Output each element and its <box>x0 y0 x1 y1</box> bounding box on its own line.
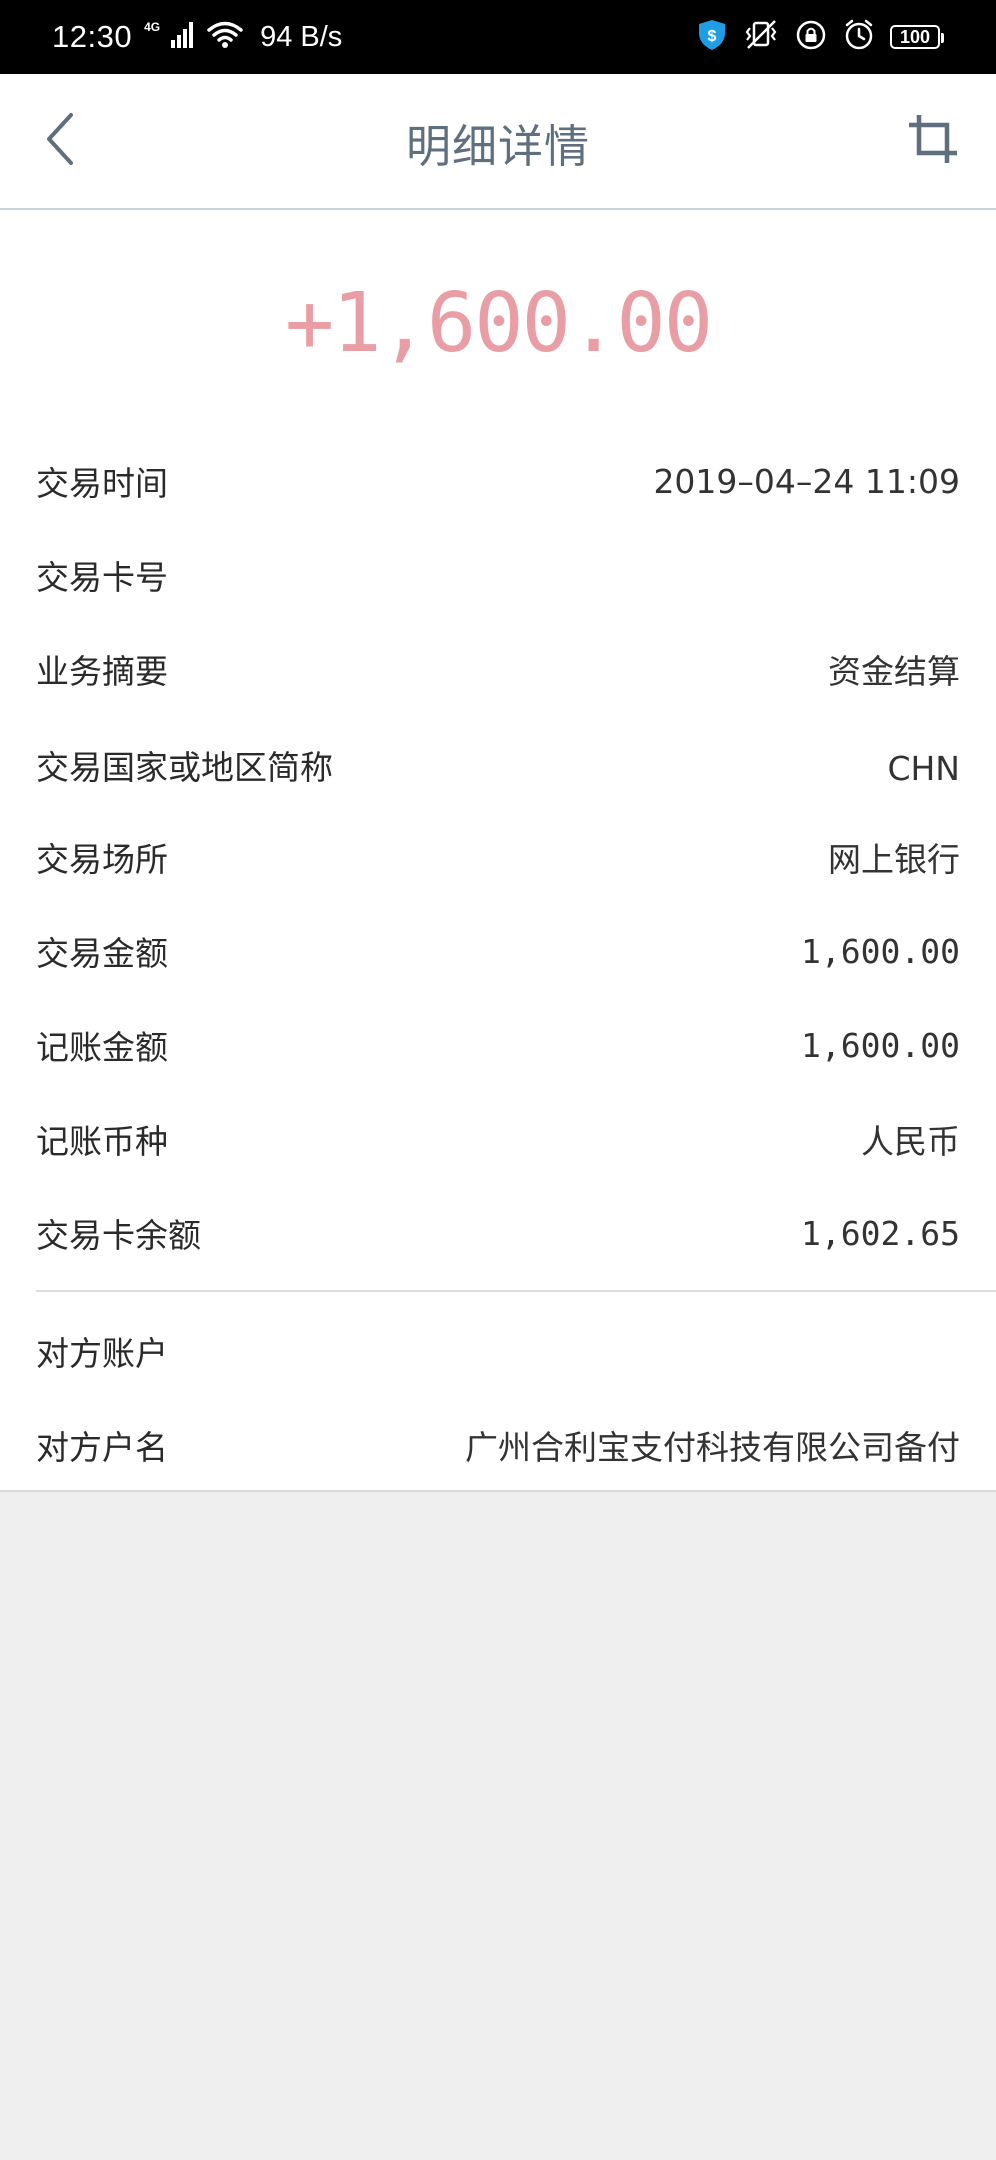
security-shield-icon: $ <box>696 18 728 56</box>
detail-label: 业务摘要 <box>36 652 168 691</box>
battery-level: 100 <box>899 26 931 47</box>
vibrate-icon <box>742 18 780 56</box>
detail-row-country: 交易国家或地区简称 CHN <box>36 716 960 820</box>
detail-row-balance: 交易卡余额 1,602.65 <box>36 1186 960 1280</box>
svg-text:$: $ <box>708 28 717 45</box>
detail-row-location: 交易场所 网上银行 <box>36 810 960 904</box>
detail-label: 记账金额 <box>36 1028 168 1067</box>
detail-label: 交易时间 <box>36 464 168 503</box>
status-left: 12:30 4G 94 B/s <box>52 0 342 74</box>
detail-value: 网上银行 <box>828 840 960 879</box>
detail-label: 交易国家或地区简称 <box>36 748 333 787</box>
lock-rotation-icon <box>794 18 828 56</box>
detail-label: 交易场所 <box>36 840 168 879</box>
wifi-icon <box>206 20 244 55</box>
status-time: 12:30 <box>52 19 133 54</box>
detail-panel: +1,600.00 交易时间 2019–04–24 11:09 交易卡号 业务摘… <box>0 210 996 1492</box>
detail-value: 2019–04–24 11:09 <box>653 461 960 501</box>
detail-row-summary: 业务摘要 资金结算 <box>36 622 960 716</box>
detail-value: 人民币 <box>861 1122 960 1161</box>
nav-bar: 明细详情 <box>0 74 996 210</box>
crop-button[interactable] <box>904 112 962 170</box>
detail-value: 1,602.65 <box>801 1213 960 1253</box>
section-divider <box>36 1290 996 1292</box>
status-bar: 12:30 4G 94 B/s $ 100 <box>0 0 996 74</box>
battery-icon: 100 <box>890 25 944 49</box>
detail-label: 交易金额 <box>36 934 168 973</box>
signal-icon <box>170 20 196 55</box>
detail-label: 记账币种 <box>36 1122 168 1161</box>
crop-icon <box>907 113 959 169</box>
detail-row-card-number: 交易卡号 <box>36 528 960 622</box>
detail-row-posted-amount: 记账金额 1,600.00 <box>36 998 960 1092</box>
alarm-icon <box>842 18 876 56</box>
status-right: $ 100 <box>696 0 944 74</box>
network-speed: 94 B/s <box>260 20 343 53</box>
detail-row-currency: 记账币种 人民币 <box>36 1092 960 1186</box>
detail-value: 1,600.00 <box>801 1025 960 1065</box>
detail-value: CHN <box>887 748 960 788</box>
detail-label: 交易卡余额 <box>36 1216 201 1255</box>
detail-row-counterparty-account: 对方账户 <box>36 1304 960 1398</box>
network-type-label: 4G <box>144 20 161 34</box>
detail-label: 交易卡号 <box>36 558 168 597</box>
detail-row-transaction-amount: 交易金额 1,600.00 <box>36 904 960 998</box>
detail-label: 对方账户 <box>36 1334 168 1373</box>
detail-row-transaction-time: 交易时间 2019–04–24 11:09 <box>36 434 960 528</box>
page-title: 明细详情 <box>405 120 590 173</box>
transaction-amount: +1,600.00 <box>284 276 713 371</box>
detail-row-counterparty-name: 对方户名 广州合利宝支付科技有限公司备付 <box>36 1398 960 1492</box>
detail-value: 资金结算 <box>828 652 960 691</box>
detail-value: 1,600.00 <box>801 931 960 971</box>
detail-value: 广州合利宝支付科技有限公司备付 <box>465 1428 960 1467</box>
detail-label: 对方户名 <box>36 1428 168 1467</box>
